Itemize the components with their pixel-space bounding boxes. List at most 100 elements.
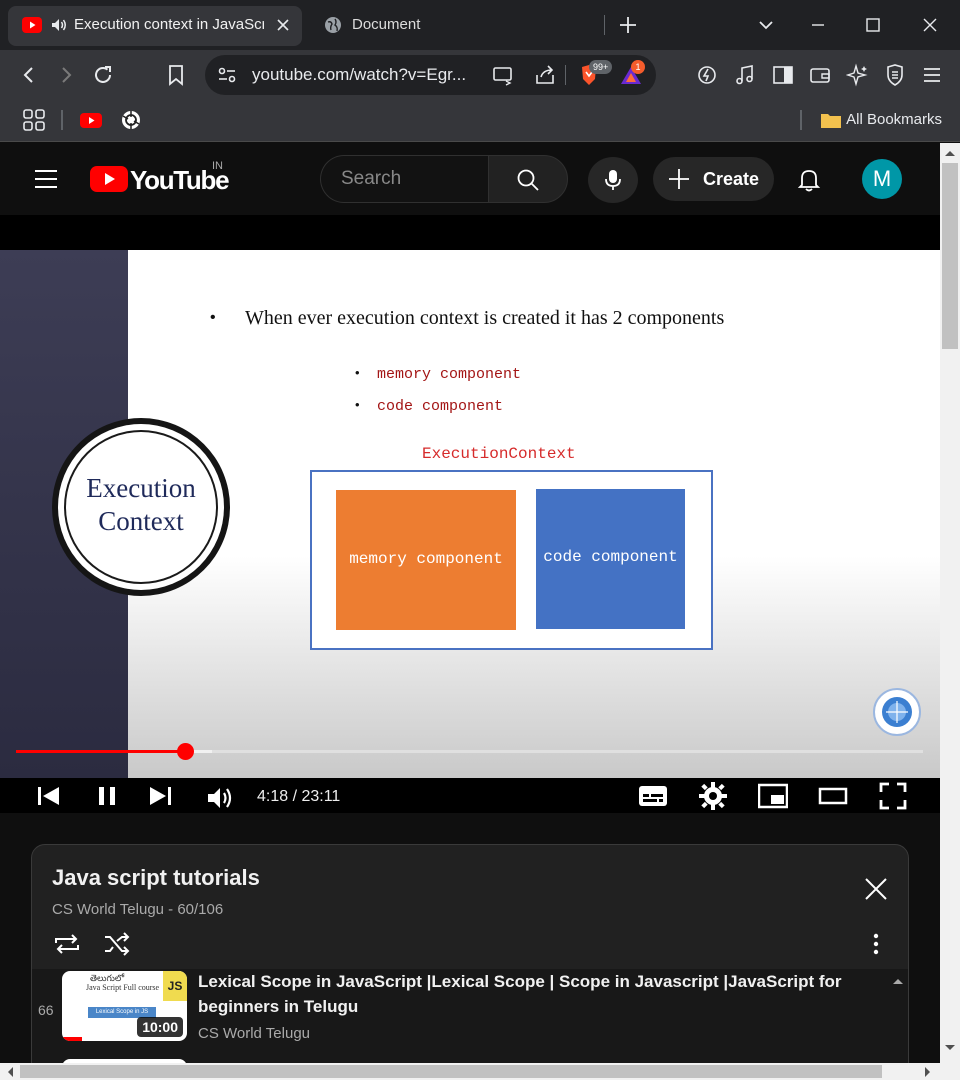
subtitles-icon[interactable] xyxy=(638,781,668,811)
vertical-scroll-thumb[interactable] xyxy=(942,163,958,349)
memory-component-box: memory component xyxy=(336,490,516,630)
circle-line-1: Execution xyxy=(86,473,196,503)
omnibox-divider xyxy=(565,65,566,85)
shuffle-icon[interactable] xyxy=(102,929,132,959)
channel-watermark-icon[interactable] xyxy=(872,687,922,737)
bookmark-icon[interactable] xyxy=(164,63,188,87)
channel-name[interactable]: CS World Telugu xyxy=(198,1025,310,1042)
scroll-down-arrow-icon[interactable] xyxy=(944,1044,956,1052)
search-placeholder: Search xyxy=(341,168,402,189)
item-index: 66 xyxy=(38,1002,54,1018)
forward-icon[interactable] xyxy=(54,63,78,87)
youtube-favicon[interactable] xyxy=(79,108,103,132)
memory-component-label: memory component xyxy=(349,550,503,568)
chevron-down-icon[interactable] xyxy=(754,13,778,37)
progress-scrubber[interactable] xyxy=(177,743,194,760)
tab-title: Execution context in JavaScript xyxy=(74,16,264,33)
list-item[interactable]: 66 తెలుగులో Java Script Full course Lexi… xyxy=(32,969,908,1049)
tab-execution-context[interactable]: Execution context in JavaScript xyxy=(8,6,302,46)
ai-icon[interactable] xyxy=(846,63,870,87)
plus-icon[interactable] xyxy=(616,13,640,37)
minimize-icon[interactable] xyxy=(806,13,830,37)
bullet-dot: • xyxy=(355,365,360,380)
player-controls: 4:18 / 23:11 xyxy=(0,778,940,813)
playlist-title[interactable]: Java script tutorials xyxy=(52,865,260,891)
bell-icon[interactable] xyxy=(796,167,822,193)
miniplayer-icon[interactable] xyxy=(758,781,788,811)
reload-icon[interactable] xyxy=(91,63,115,87)
scroll-right-arrow-icon[interactable] xyxy=(924,1066,932,1078)
code-component-label: code component xyxy=(543,548,678,566)
playlist-panel: Java script tutorials CS World Telugu - … xyxy=(31,844,909,1080)
site-settings-icon[interactable] xyxy=(215,63,239,87)
hamburger-icon[interactable] xyxy=(33,166,59,192)
vpn-icon[interactable] xyxy=(883,63,907,87)
maximize-icon[interactable] xyxy=(861,13,885,37)
search-button[interactable] xyxy=(488,155,568,203)
tab-title: Document xyxy=(352,16,421,33)
horizontal-scroll-thumb[interactable] xyxy=(20,1065,882,1078)
progress-played xyxy=(16,750,185,753)
youtube-favicon xyxy=(22,17,42,33)
openai-icon[interactable] xyxy=(119,108,143,132)
all-bookmarks-link[interactable]: All Bookmarks xyxy=(846,111,942,128)
prev-icon[interactable] xyxy=(33,781,63,811)
volume-icon[interactable] xyxy=(205,783,235,813)
close-icon[interactable] xyxy=(918,13,942,37)
slide-sub-bullet-code: code component xyxy=(377,398,504,415)
playlist-subtitle[interactable]: CS World Telugu - 60/106 xyxy=(52,901,223,918)
address-bar[interactable]: youtube.com/watch?v=Egr... 99+ 1 xyxy=(205,55,656,95)
plus-icon xyxy=(669,169,689,189)
apps-icon[interactable] xyxy=(22,108,46,132)
sidebar-icon[interactable] xyxy=(771,63,795,87)
search-input[interactable]: Search xyxy=(320,155,488,203)
next-icon[interactable] xyxy=(146,781,176,811)
voice-search-button[interactable] xyxy=(588,157,638,203)
close-icon[interactable] xyxy=(861,874,891,904)
close-icon[interactable] xyxy=(276,18,290,32)
duration-badge: 10:00 xyxy=(137,1017,183,1037)
pause-icon[interactable] xyxy=(92,781,122,811)
scroll-up-icon[interactable] xyxy=(892,977,904,985)
bullet-dot: • xyxy=(355,397,360,412)
country-code: IN xyxy=(212,160,223,172)
video-thumbnail[interactable]: తెలుగులో Java Script Full course Lexical… xyxy=(62,971,187,1041)
browser-tab-strip: Execution context in JavaScript Document xyxy=(0,0,960,50)
speaker-icon[interactable] xyxy=(50,16,68,34)
theater-icon[interactable] xyxy=(818,781,848,811)
browser-toolbar: youtube.com/watch?v=Egr... 99+ 1 xyxy=(0,50,960,100)
slide-circle-badge: Execution Context xyxy=(66,432,216,582)
leo-icon[interactable] xyxy=(695,63,719,87)
settings-icon[interactable] xyxy=(698,781,728,811)
video-player[interactable]: Execution Context • When ever execution … xyxy=(0,215,940,813)
video-title[interactable]: Lexical Scope in JavaScript |Lexical Sco… xyxy=(198,969,848,1019)
circle-line-2: Context xyxy=(98,506,184,536)
mic-icon xyxy=(605,170,621,190)
cast-icon[interactable] xyxy=(491,63,515,87)
fullscreen-icon[interactable] xyxy=(878,781,908,811)
menu-icon[interactable] xyxy=(920,63,944,87)
bookmarks-bar: All Bookmarks xyxy=(0,100,960,142)
share-icon[interactable] xyxy=(533,63,557,87)
scroll-left-arrow-icon[interactable] xyxy=(6,1066,14,1078)
rewards-badge: 1 xyxy=(631,60,645,74)
js-badge: JS xyxy=(163,971,187,1001)
avatar[interactable]: M xyxy=(862,159,902,199)
more-icon[interactable] xyxy=(861,929,891,959)
create-button[interactable]: Create xyxy=(653,157,774,201)
code-component-box: code component xyxy=(536,489,685,629)
music-icon[interactable] xyxy=(733,63,757,87)
loop-icon[interactable] xyxy=(52,929,82,959)
tab-divider xyxy=(604,15,605,35)
globe-icon xyxy=(325,17,341,33)
wallet-icon[interactable] xyxy=(808,63,832,87)
url-text[interactable]: youtube.com/watch?v=Egr... xyxy=(252,65,477,85)
bullet-dot: • xyxy=(210,309,216,326)
tab-document[interactable]: Document xyxy=(310,6,600,46)
bookmark-divider xyxy=(61,110,63,130)
slide-sub-bullet-memory: memory component xyxy=(377,366,522,383)
back-icon[interactable] xyxy=(17,63,41,87)
scroll-up-arrow-icon[interactable] xyxy=(944,149,956,157)
video-frame: Execution Context • When ever execution … xyxy=(0,250,940,778)
folder-icon[interactable] xyxy=(819,108,843,132)
